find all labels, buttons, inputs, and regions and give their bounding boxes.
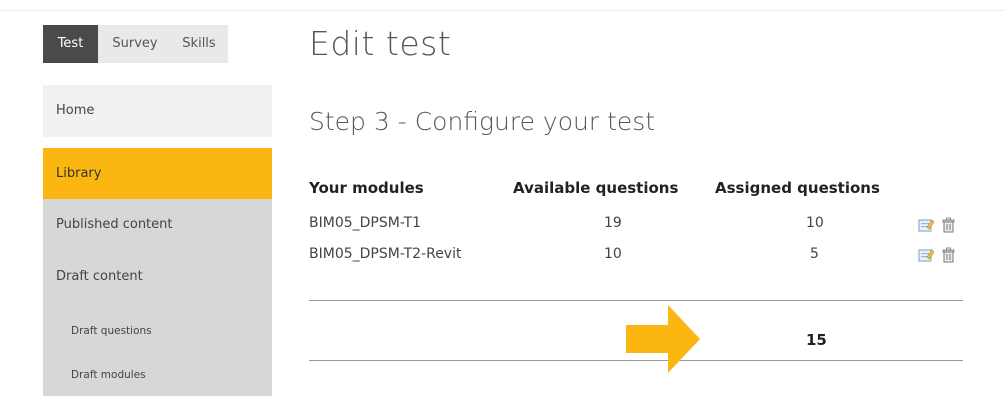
delete-icon[interactable]	[941, 247, 957, 263]
delete-icon[interactable]	[941, 217, 957, 233]
sidebar-item-draft-modules[interactable]: Draft modules	[43, 353, 272, 397]
table-divider-top	[309, 300, 963, 301]
available-count: 10	[604, 246, 622, 262]
tab-test[interactable]: Test	[43, 25, 98, 63]
sidebar-item-draft-content[interactable]: Draft content	[43, 251, 272, 303]
content-type-tabs: Test Survey Skills	[43, 25, 228, 63]
edit-icon[interactable]	[918, 247, 934, 263]
page-title: Edit test	[309, 24, 452, 63]
module-name: BIM05_DPSM-T1	[309, 215, 422, 231]
arrow-right-icon	[626, 305, 700, 373]
total-assigned: 15	[806, 331, 827, 349]
sidebar-item-library[interactable]: Library	[43, 148, 272, 199]
assigned-count: 5	[810, 246, 819, 262]
header-available-questions: Available questions	[513, 179, 679, 197]
assigned-count: 10	[806, 215, 824, 231]
tab-skills[interactable]: Skills	[170, 25, 228, 63]
sidebar-item-published-content[interactable]: Published content	[43, 199, 272, 251]
edit-icon[interactable]	[918, 217, 934, 233]
top-divider	[0, 10, 1005, 11]
header-your-modules: Your modules	[309, 179, 424, 197]
module-name: BIM05_DPSM-T2-Revit	[309, 246, 462, 262]
sidebar-item-home[interactable]: Home	[43, 85, 272, 137]
sidebar-item-draft-questions[interactable]: Draft questions	[43, 309, 272, 353]
header-assigned-questions: Assigned questions	[715, 179, 880, 197]
available-count: 19	[604, 215, 622, 231]
step-title: Step 3 - Configure your test	[309, 107, 656, 136]
tab-survey[interactable]: Survey	[98, 25, 170, 63]
sidebar: Home Library Published content Draft con…	[43, 85, 272, 396]
